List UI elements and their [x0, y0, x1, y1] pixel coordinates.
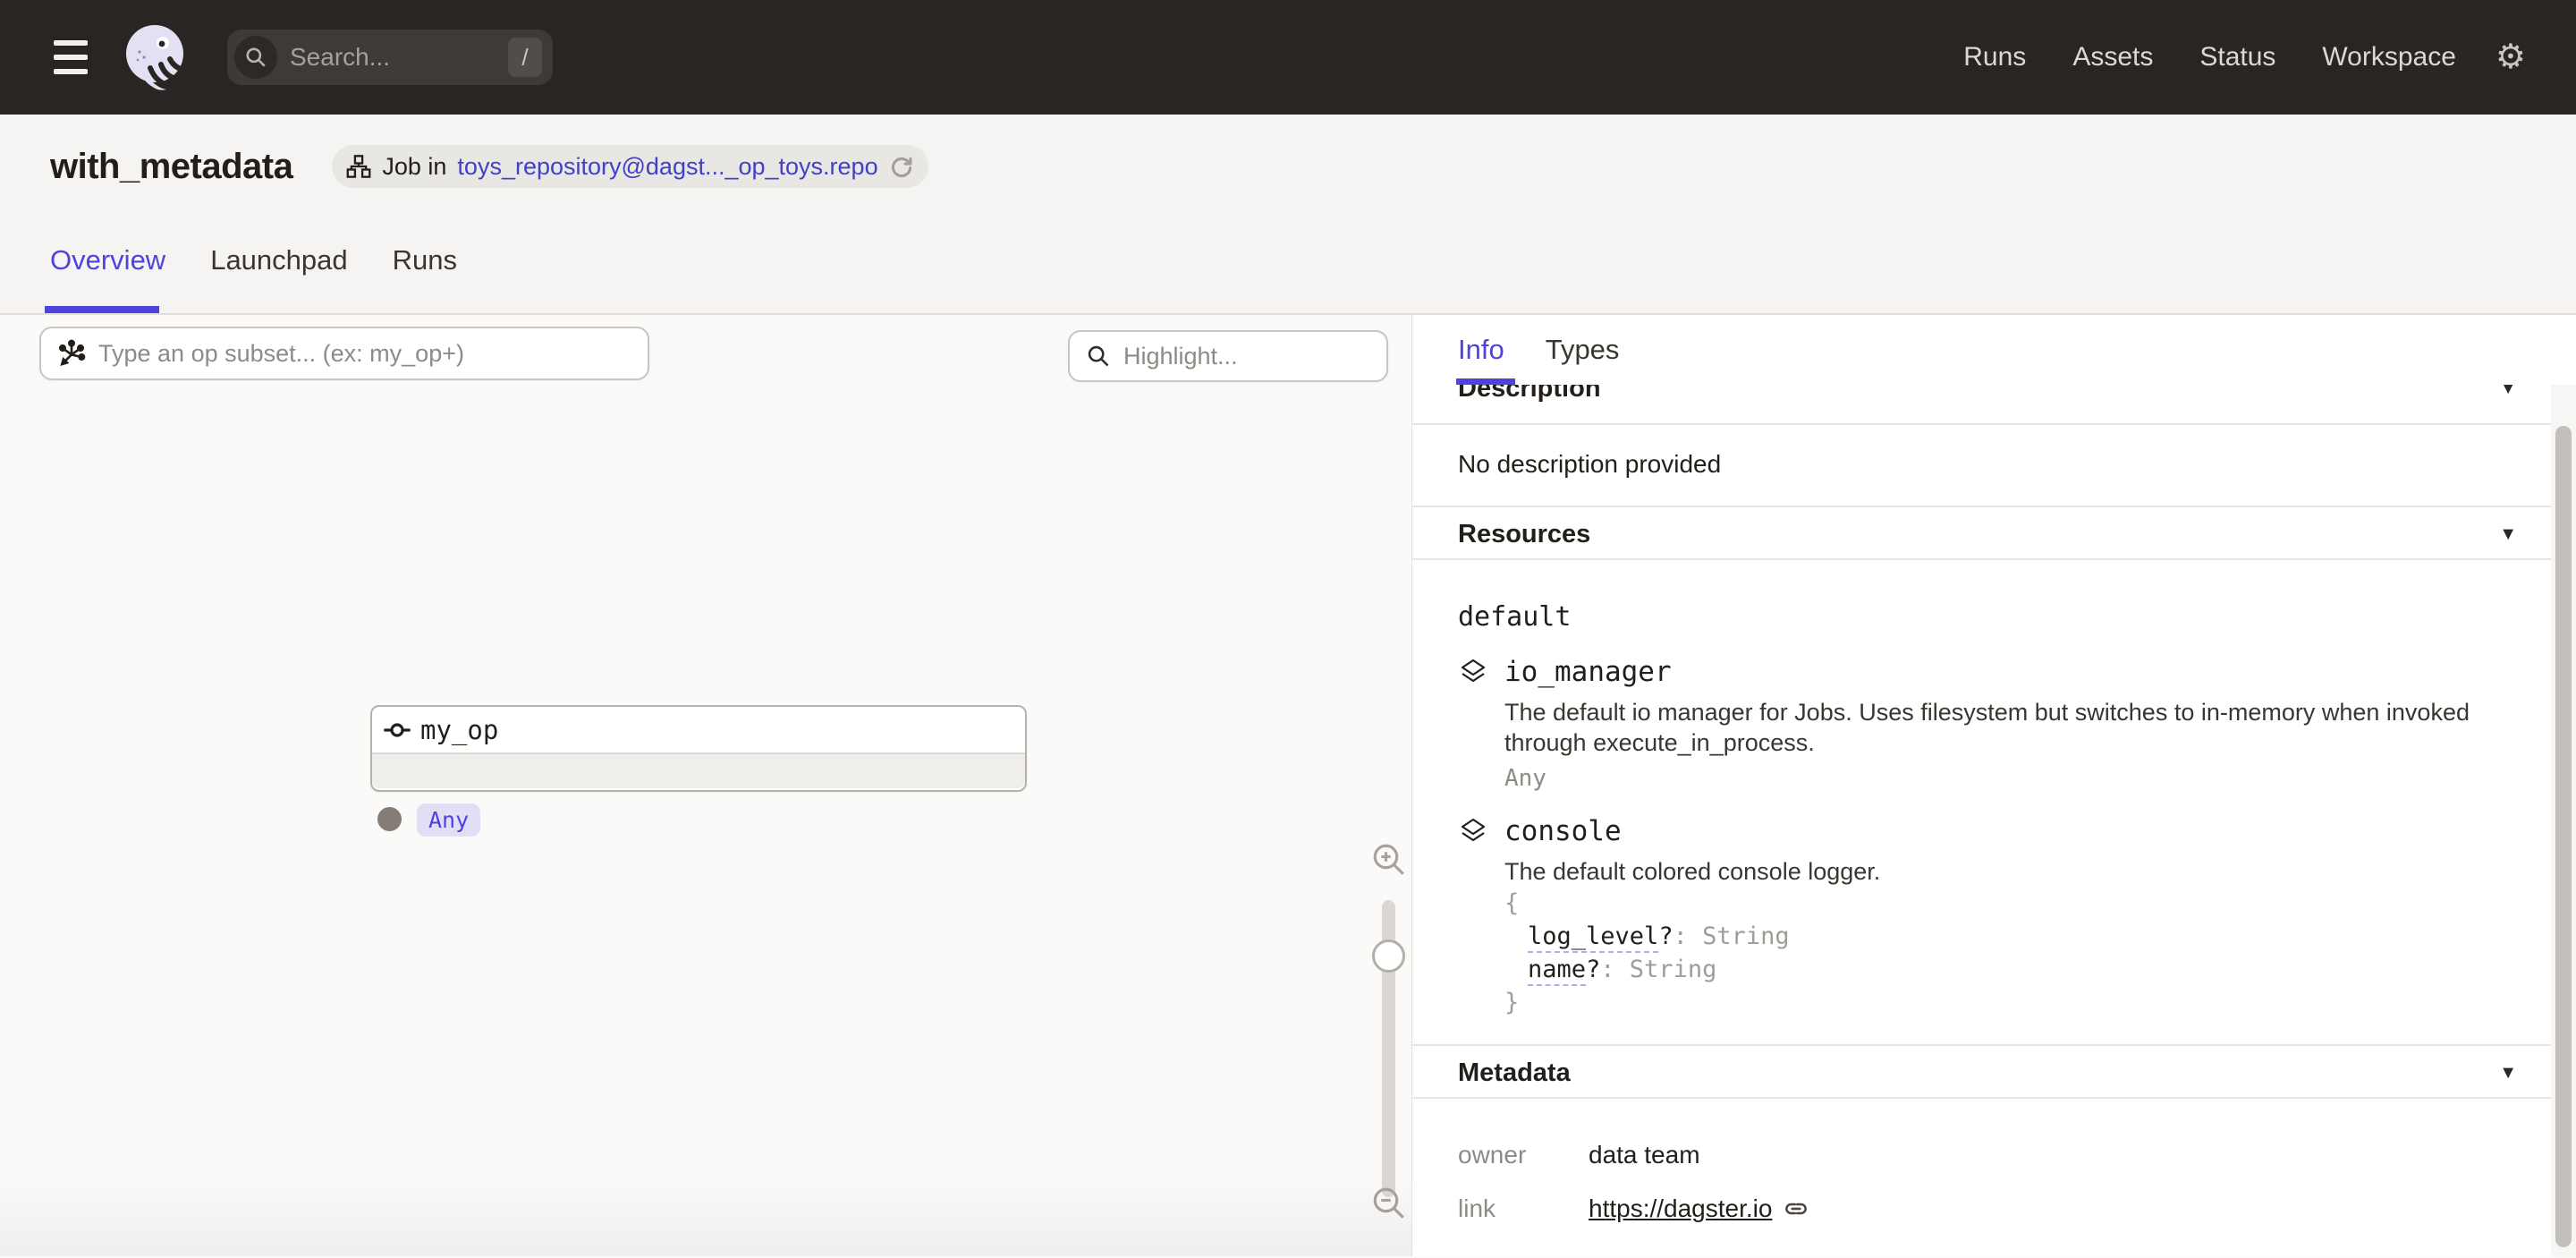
description-body: No description provided: [1412, 425, 2576, 507]
metadata-row-link: link https://dagster.io: [1458, 1194, 2530, 1224]
page-title: with_metadata: [50, 147, 292, 187]
dagster-logo-icon[interactable]: [120, 20, 191, 95]
resource-description: The default colored console logger.: [1504, 856, 2506, 887]
resource-config-type: Any: [1504, 765, 2530, 792]
panel-tab-types[interactable]: Types: [1546, 334, 1620, 366]
nav-item-workspace[interactable]: Workspace: [2322, 42, 2456, 72]
external-link-chain-icon[interactable]: [1783, 1195, 1809, 1222]
zoom-slider-handle[interactable]: [1372, 939, 1405, 973]
settings-gear-icon[interactable]: ⚙: [2496, 40, 2526, 74]
op-graph-canvas[interactable]: my_op Any: [0, 315, 1412, 1256]
schema-field-name[interactable]: log_level: [1528, 922, 1658, 953]
panel-tab-info[interactable]: Info: [1458, 334, 1504, 366]
active-tab-underline: [45, 306, 159, 313]
metadata-key: link: [1458, 1194, 1589, 1224]
schema-field-type: : String: [1674, 922, 1790, 950]
nav-item-assets[interactable]: Assets: [2072, 42, 2153, 72]
job-repo-link[interactable]: toys_repository@dagst..._op_toys.repo: [457, 153, 877, 181]
resources-body: default io_manager The default io manage…: [1412, 560, 2576, 1046]
search-icon: [234, 36, 277, 79]
section-description-title: Description: [1458, 385, 1601, 404]
section-description-header[interactable]: Description ▼: [1412, 385, 2576, 425]
resource-name: console: [1504, 815, 1622, 847]
page-header: with_metadata Job in toys_repository@dag…: [0, 115, 2576, 315]
section-resources-title: Resources: [1458, 520, 1590, 549]
schema-field-name[interactable]: name: [1528, 956, 1586, 986]
resource-layers-icon: [1458, 657, 1488, 687]
job-tag-prefix: Job in: [382, 153, 446, 181]
schema-field-type: : String: [1600, 956, 1716, 983]
nav-links: Runs Assets Status Workspace: [1963, 42, 2456, 72]
nav-item-status[interactable]: Status: [2199, 42, 2275, 72]
tab-overview[interactable]: Overview: [50, 246, 165, 274]
op-subset-input[interactable]: [98, 340, 631, 368]
search-input[interactable]: [290, 43, 508, 72]
op-subset-filter: [39, 327, 649, 380]
global-search: /: [227, 30, 553, 85]
zoom-out-icon[interactable]: [1370, 1185, 1408, 1222]
metadata-key: owner: [1458, 1140, 1589, 1170]
resource-config-schema: { log_level?: String name?: String }: [1504, 887, 2530, 1019]
panel-scroll-area[interactable]: Description ▼ No description provided Re…: [1412, 385, 2576, 1256]
op-node-my-op[interactable]: my_op: [370, 705, 1027, 792]
tab-runs[interactable]: Runs: [393, 246, 457, 274]
search-shortcut-hint: /: [508, 38, 542, 77]
highlight-filter: [1068, 330, 1388, 382]
search-icon: [1086, 344, 1111, 369]
schema-field-optional: ?: [1658, 922, 1673, 950]
op-node-body: [372, 754, 1025, 788]
metadata-body: owner data team link https://dagster.io: [1412, 1099, 2576, 1224]
resource-layers-icon: [1458, 816, 1488, 846]
page-tabs: Overview Launchpad Runs: [50, 246, 457, 274]
tab-launchpad[interactable]: Launchpad: [210, 246, 347, 274]
collapse-caret-icon[interactable]: ▼: [2499, 524, 2517, 545]
schema-field-optional: ?: [1586, 956, 1600, 983]
hamburger-menu-icon[interactable]: [36, 22, 106, 92]
op-icon: [383, 716, 411, 744]
zoom-in-icon[interactable]: [1370, 841, 1408, 879]
panel-active-tab-underline: [1456, 378, 1515, 385]
metadata-value: data team: [1589, 1140, 1700, 1170]
metadata-link[interactable]: https://dagster.io: [1589, 1194, 1772, 1224]
job-repo-tag: Job in toys_repository@dagst..._op_toys.…: [332, 145, 928, 188]
schema-close-brace: }: [1504, 986, 2530, 1019]
section-metadata-header[interactable]: Metadata ▼: [1412, 1046, 2576, 1099]
resource-description: The default io manager for Jobs. Uses fi…: [1504, 697, 2506, 758]
schema-field: log_level?: String: [1528, 920, 2530, 953]
resource-group-name: default: [1458, 601, 2530, 633]
op-output-port: [377, 807, 402, 831]
top-nav: / Runs Assets Status Workspace ⚙: [0, 0, 2576, 115]
section-resources-header[interactable]: Resources ▼: [1412, 507, 2576, 560]
panel-scrollbar-thumb[interactable]: [2555, 426, 2572, 1247]
op-selector-icon: [57, 339, 86, 368]
resource-item-console: console The default colored console logg…: [1458, 815, 2530, 1019]
nav-item-runs[interactable]: Runs: [1963, 42, 2026, 72]
job-graph-icon: [346, 154, 371, 179]
collapse-caret-icon[interactable]: ▼: [2499, 385, 2517, 399]
resource-item-io-manager: io_manager The default io manager for Jo…: [1458, 656, 2530, 792]
schema-open-brace: {: [1504, 887, 2530, 920]
panel-tabs: Info Types: [1412, 315, 2576, 385]
section-metadata-title: Metadata: [1458, 1058, 1571, 1088]
reload-repository-icon[interactable]: [889, 154, 914, 179]
op-node-name: my_op: [420, 715, 498, 745]
op-info-panel: Info Types Description ▼ No description …: [1412, 315, 2576, 1256]
metadata-row-owner: owner data team: [1458, 1140, 2530, 1170]
schema-field: name?: String: [1528, 953, 2530, 986]
output-type-badge[interactable]: Any: [417, 803, 480, 837]
highlight-input[interactable]: [1123, 343, 1370, 370]
resource-name: io_manager: [1504, 656, 1672, 688]
collapse-caret-icon[interactable]: ▼: [2499, 1063, 2517, 1084]
